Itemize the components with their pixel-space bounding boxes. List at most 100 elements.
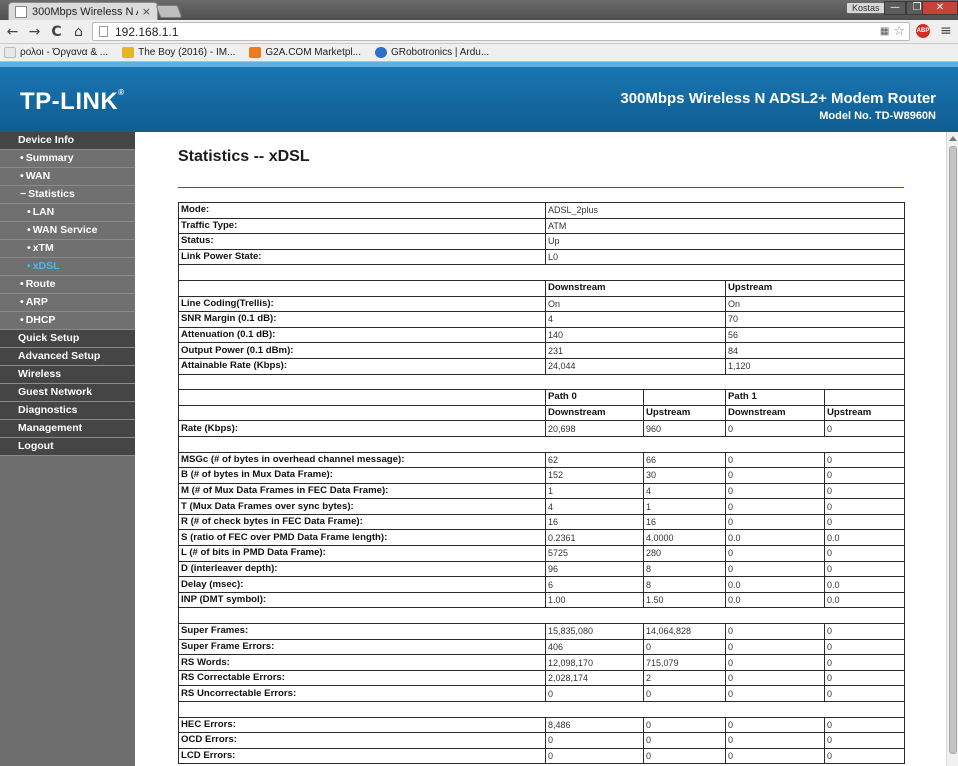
sidebar-item-lan[interactable]: • LAN	[0, 204, 135, 222]
row-value: 152	[545, 467, 644, 484]
sidebar-item-quick-setup[interactable]: Quick Setup	[0, 330, 135, 348]
sidebar-item-xtm[interactable]: • xTM	[0, 240, 135, 258]
row-value: 0	[725, 482, 825, 500]
sidebar-item-guest-network[interactable]: Guest Network	[0, 384, 135, 402]
row-value: 0	[725, 498, 825, 515]
back-icon[interactable]: ←	[3, 22, 22, 42]
table-row: HEC Errors: 8,486 0 0 0	[178, 716, 906, 734]
minimize-button[interactable]: —	[884, 1, 906, 15]
scroll-up-arrow-icon[interactable]	[949, 136, 957, 141]
row-value: 0	[823, 467, 906, 484]
router-admin-page: TP-LINK® 300Mbps Wireless N ADSL2+ Modem…	[0, 62, 958, 766]
sidebar-item-wan-service[interactable]: • WAN Service	[0, 222, 135, 240]
row-value: 16	[545, 513, 644, 531]
row-value: 0	[545, 732, 644, 749]
profile-badge[interactable]: Kostas	[846, 2, 886, 14]
row-value: 0	[823, 623, 906, 640]
sidebar-item-xdsl[interactable]: • xDSL	[0, 258, 135, 276]
row-value: 12,098,170	[545, 654, 644, 671]
table-row: B (# of bytes in Mux Data Frame): 152 30 0 0	[178, 467, 906, 484]
row-value: 4	[545, 498, 644, 515]
row-value: 0	[725, 669, 825, 687]
table-row: Status: Up	[178, 233, 906, 250]
row-value: 0	[725, 545, 825, 562]
sidebar-item-device-info[interactable]: Device Info	[0, 132, 135, 150]
row-label: Delay (msec):	[178, 576, 546, 593]
sidebar-item-management[interactable]: Management	[0, 420, 135, 438]
row-label: Attainable Rate (Kbps):	[178, 357, 546, 375]
browser-tab[interactable]: 300Mbps Wireless N ADSL ×	[8, 2, 158, 20]
row-value: 96	[545, 560, 644, 578]
row-label: M (# of Mux Data Frames in FEC Data Fram…	[178, 482, 546, 500]
grobotronics-icon	[374, 47, 387, 58]
sidebar-item-summary[interactable]: • Summary	[0, 150, 135, 168]
scroll-thumb[interactable]	[949, 146, 957, 754]
sidebar-item-advanced-setup[interactable]: Advanced Setup	[0, 348, 135, 366]
bookmark-item[interactable]: ρολοι - Όργανα & ...	[4, 47, 108, 58]
row-value: 20,698	[545, 420, 644, 437]
address-bar[interactable]: 192.168.1.1 ▦ ☆	[92, 22, 910, 41]
sidebar-item-label: Device Info	[18, 134, 75, 146]
table-row	[177, 701, 906, 718]
row-value: 0.0	[823, 529, 906, 547]
row-value: 0	[725, 623, 825, 640]
bookmark-label: GRobotronics | Ardu...	[390, 47, 490, 58]
row-value: 30	[643, 467, 726, 484]
url-text[interactable]: 192.168.1.1	[115, 25, 880, 39]
bookmark-item[interactable]: G2A.COM Marketpl...	[249, 47, 361, 58]
row-value: 0.0	[725, 591, 825, 609]
sidebar-item-wireless[interactable]: Wireless	[0, 366, 135, 384]
collapse-icon: −	[20, 188, 27, 200]
tab-close-icon[interactable]: ×	[142, 5, 151, 18]
row-value: 1	[643, 498, 726, 515]
sidebar-item-dhcp[interactable]: • DHCP	[0, 312, 135, 330]
bullet-icon: •	[27, 206, 31, 218]
adblock-plus-icon[interactable]: ABP	[916, 24, 930, 38]
sidebar-item-label: Advanced Setup	[18, 350, 101, 362]
bookmark-item[interactable]: The Boy (2016) - IM...	[122, 47, 235, 58]
row-label: RS Words:	[178, 654, 546, 671]
row-value: 8	[643, 560, 726, 578]
bookmark-star-icon[interactable]: ☆	[893, 24, 905, 39]
forward-icon[interactable]: →	[25, 22, 44, 42]
translate-icon[interactable]: ▦	[880, 26, 889, 37]
row-value: 0	[725, 420, 825, 437]
page-scrollbar[interactable]	[946, 132, 958, 766]
row-label: T (Mux Data Frames over sync bytes):	[178, 498, 546, 515]
bookmark-label: ρολοι - Όργανα & ...	[20, 47, 109, 58]
row-value: 0	[725, 654, 825, 671]
row-value: 0	[545, 685, 644, 702]
reload-icon[interactable]: C	[47, 22, 66, 42]
sidebar-item-logout[interactable]: Logout	[0, 438, 135, 456]
new-tab-button[interactable]	[155, 5, 183, 18]
sidebar-item-label: LAN	[32, 206, 55, 218]
bullet-icon: •	[20, 278, 24, 290]
sidebar-item-diagnostics[interactable]: Diagnostics	[0, 402, 135, 420]
row-value: 0	[823, 732, 906, 749]
row-value: ADSL_2plus	[544, 202, 906, 219]
sidebar-item-route[interactable]: • Route	[0, 276, 135, 294]
row-label: HEC Errors:	[178, 716, 546, 734]
table-row: Path 0 Path 1	[178, 389, 906, 406]
browser-toolbar: ← → C ⌂ 192.168.1.1 ▦ ☆ ABP ≡	[0, 20, 958, 44]
sidebar-item-wan[interactable]: • WAN	[0, 168, 135, 186]
table-row: Mode: ADSL_2plus	[178, 202, 906, 219]
row-value: 0	[643, 716, 726, 734]
browser-menu-icon[interactable]: ≡	[940, 23, 952, 39]
row-label: Status:	[178, 233, 546, 250]
row-label: OCD Errors:	[178, 732, 546, 749]
sidebar-item-arp[interactable]: • ARP	[0, 294, 135, 312]
row-value: 0	[823, 716, 906, 734]
sidebar-item-statistics[interactable]: − Statistics	[0, 186, 135, 204]
bullet-icon: •	[20, 152, 24, 164]
table-row: RS Words: 12,098,170 715,079 0 0	[178, 654, 906, 671]
row-value: 960	[643, 420, 726, 437]
bookmark-item[interactable]: GRobotronics | Ardu...	[374, 47, 490, 58]
row-label: Super Frames:	[178, 623, 546, 640]
banner-stripe	[0, 62, 958, 67]
row-label: Traffic Type:	[178, 217, 546, 235]
table-row: T (Mux Data Frames over sync bytes): 4 1 0 0	[178, 498, 906, 515]
row-value: ATM	[544, 217, 906, 235]
close-window-button[interactable]: ✕	[922, 1, 958, 15]
home-icon[interactable]: ⌂	[69, 22, 88, 42]
